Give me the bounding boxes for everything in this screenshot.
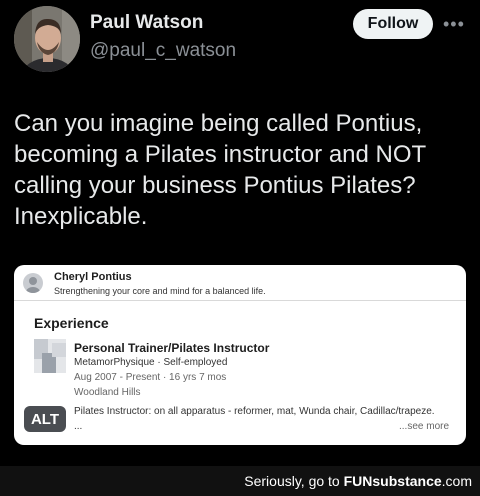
- watermark-footer: Seriously, go to FUNsubstance.com: [0, 466, 480, 496]
- job-title: Personal Trainer/Pilates Instructor: [74, 341, 270, 355]
- job-company: MetamorPhysique · Self-employed: [74, 357, 228, 368]
- author-handle[interactable]: @paul_c_watson: [90, 40, 236, 62]
- experience-heading: Experience: [34, 315, 109, 331]
- attached-image[interactable]: Cheryl Pontius Strengthening your core a…: [14, 265, 466, 445]
- job-description-ellipsis: ...: [74, 421, 83, 432]
- job-description: Pilates Instructor: on all apparatus - r…: [74, 406, 435, 417]
- watermark-text: Seriously, go to FUNsubstance.com: [244, 473, 472, 489]
- follow-button[interactable]: Follow: [353, 9, 433, 39]
- job-location: Woodland Hills: [74, 387, 141, 398]
- company-logo-icon: [34, 339, 66, 373]
- profile-header: Cheryl Pontius Strengthening your core a…: [14, 265, 466, 301]
- job-dates: Aug 2007 - Present · 16 yrs 7 mos: [74, 372, 227, 383]
- profile-avatar: [23, 273, 43, 293]
- watermark-suffix: .com: [441, 473, 472, 489]
- see-more-link[interactable]: ...see more: [399, 421, 449, 432]
- alt-text-badge[interactable]: ALT: [24, 406, 66, 432]
- author-avatar[interactable]: [14, 6, 80, 72]
- watermark-prefix: Seriously, go to: [244, 473, 344, 489]
- tweet-text: Can you imagine being called Pontius, be…: [14, 110, 427, 230]
- watermark-brand: FUNsubstance: [343, 473, 442, 489]
- tweet: Paul Watson @paul_c_watson Follow ••• Ca…: [0, 0, 480, 466]
- author-display-name[interactable]: Paul Watson: [90, 12, 203, 34]
- profile-tagline: Strengthening your core and mind for a b…: [54, 286, 266, 296]
- profile-name: Cheryl Pontius: [54, 271, 132, 283]
- more-horizontal-icon[interactable]: •••: [443, 14, 465, 35]
